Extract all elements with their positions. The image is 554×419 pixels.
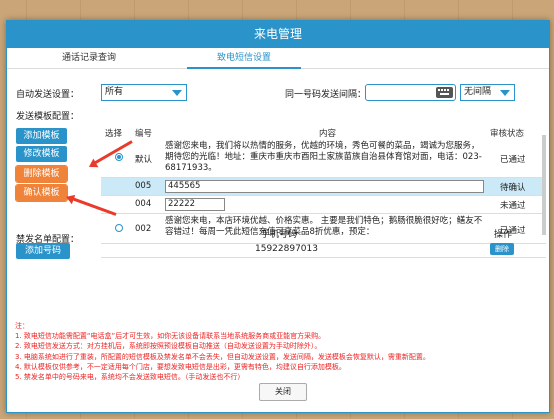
blacklist-row: 15922897013 删除	[101, 240, 546, 258]
row-status: 已通过	[490, 139, 546, 178]
row-code: 004	[135, 195, 165, 214]
row-code: 默认	[135, 139, 165, 178]
col-status: 审核状态	[490, 129, 525, 139]
auto-send-label: 自动发送设置：	[16, 90, 80, 100]
auto-send-value: 所有	[105, 87, 124, 97]
row-status: 待确认	[490, 177, 546, 196]
row-code: 005	[135, 177, 165, 196]
table-row[interactable]: 004 22222 未通过	[101, 195, 546, 214]
notes-title: 注：	[15, 322, 29, 330]
col-select: 选择	[105, 129, 123, 139]
add-number-button[interactable]: 添加号码	[16, 243, 70, 259]
interval-input[interactable]	[365, 84, 456, 101]
confirm-template-button[interactable]: 确认模板	[15, 184, 68, 202]
delete-template-button[interactable]: 删除模板	[15, 165, 68, 183]
interval-unit-value: 无间隔	[464, 87, 492, 97]
dialog-title: 来电管理	[7, 21, 549, 48]
interval-unit-select[interactable]: 无间隔	[460, 84, 515, 101]
table-row[interactable]: 005 445565 待确认	[101, 177, 546, 196]
tab-bar: 通话记录查询 致电短信设置	[7, 48, 549, 69]
row-status: 未通过	[490, 195, 546, 214]
blacklist-table-header: 手机号码 操作	[101, 227, 546, 240]
col-action: 操作	[494, 230, 513, 240]
blacklist-phone: 15922897013	[255, 244, 318, 254]
keyboard-icon[interactable]	[436, 87, 453, 98]
row-content-input[interactable]: 22222	[165, 197, 225, 211]
add-template-button[interactable]: 添加模板	[16, 128, 67, 144]
delete-number-button[interactable]: 删除	[490, 243, 514, 255]
template-table-header: 选择 编号 内容 审核状态	[101, 127, 546, 139]
col-content: 内容	[318, 129, 336, 139]
close-button[interactable]: 关闭	[259, 383, 307, 401]
table-row[interactable]: 默认 感谢您来电，我们将以热情的服务，优越的环境，秀色可餐的菜品，竭诚为您服务，…	[101, 139, 546, 178]
note-item: 2. 致电短信发送方式：对方挂机后，系统即按照预设模板自动推送（自动发送设置为手…	[15, 342, 322, 351]
row-content: 感谢您来电，我们将以热情的服务，优越的环境，秀色可餐的菜品，竭诚为您服务，期待您…	[165, 139, 490, 178]
chevron-down-icon	[500, 90, 510, 96]
row-content-input[interactable]: 445565	[165, 179, 484, 193]
call-management-dialog: 来电管理 通话记录查询 致电短信设置 自动发送设置： 所有 同一号码发送间隔： …	[6, 20, 550, 413]
tab-sms-settings[interactable]: 致电短信设置	[187, 48, 301, 69]
chevron-down-icon	[172, 90, 182, 96]
row-radio[interactable]	[115, 153, 123, 161]
notes-section: 注： 1. 致电短信功能需配置“电话盒”后才可生效，如你无该设备请联系当地系统服…	[15, 321, 545, 382]
col-phone: 手机号码	[261, 230, 298, 240]
interval-label: 同一号码发送间隔：	[285, 90, 367, 100]
tab-call-records[interactable]: 通话记录查询	[35, 48, 143, 69]
col-code: 编号	[135, 129, 153, 139]
note-item: 1. 致电短信功能需配置“电话盒”后才可生效，如你无该设备请联系当地系统服务商或…	[15, 332, 326, 341]
template-scrollbar[interactable]	[542, 135, 546, 235]
note-item: 3. 电脑系统如进行了重装，所配置的短信模板及禁发名单不会丢失，但自动发送设置，…	[15, 352, 430, 361]
note-item: 4. 默认模板仅供参考，不一定适用每个门店，要想发致电短信是出彩，更需有特色，均…	[15, 362, 346, 371]
edit-template-button[interactable]: 修改模板	[16, 146, 67, 162]
template-section-label: 发送模板配置：	[16, 112, 80, 122]
note-item: 5. 禁发名单中的号码来电，系统均不会发送致电短信。（手动发送也不行）	[15, 373, 245, 382]
auto-send-select[interactable]: 所有	[101, 84, 187, 101]
